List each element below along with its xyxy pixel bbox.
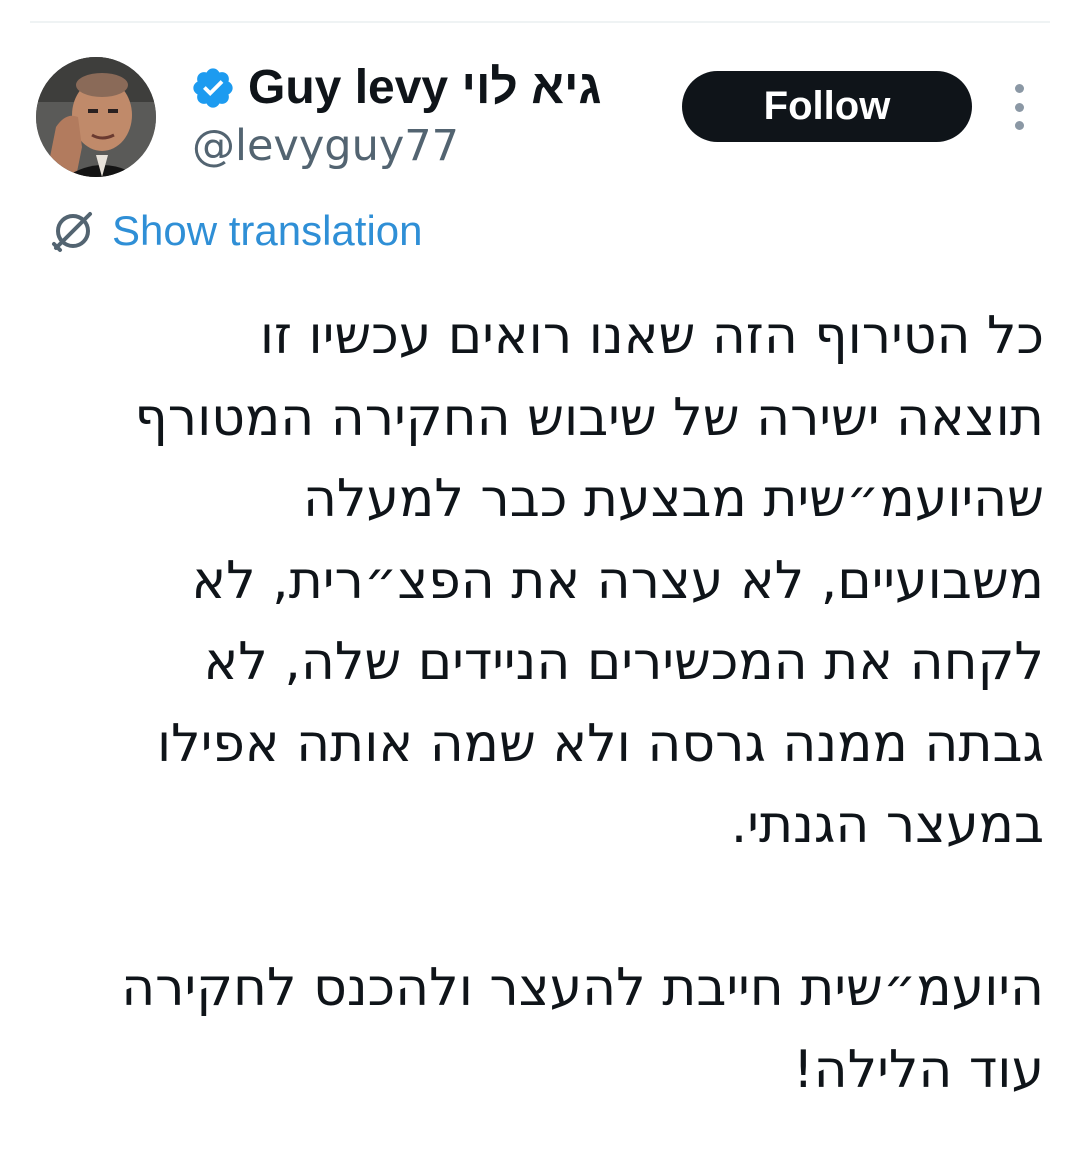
tweet-line: שהיועמ״שית מבצעת כבר למעלה [302,469,1044,529]
author-handle[interactable]: @levyguy77 [192,118,459,174]
tweet-line: עוד הלילה! [792,1039,1044,1100]
tweet-line: במעצר הגנתי. [730,795,1044,855]
author-name-row[interactable]: Guy levy גיא לוי [190,58,601,118]
more-vertical-icon[interactable] [1004,84,1034,130]
avatar-photo [36,57,156,177]
more-dot [1014,102,1024,112]
tweet-text: כל הטירוף הזה שאנו רואים עכשיו זו תוצאה … [34,296,1044,1111]
tweet-line: היועמ״שית חייבת להעצר ולהכנס לחקירה [121,958,1044,1018]
more-dot [1014,121,1024,130]
globe-translate-icon [52,212,92,252]
tweet-line: תוצאה ישירה של שיבוש החקירה המטורף [134,387,1044,448]
show-translation-label: Show translation [112,207,423,254]
more-dot [1014,84,1024,93]
author-display-name[interactable]: Guy levy גיא לוי [248,64,601,112]
tweet-line: גבתה ממנה גרסה ולא שמה אותה אפילו [156,713,1044,774]
follow-button[interactable]: Follow [682,71,972,142]
tweet-line: לקחה את המכשירים הניידים שלה, לא [203,632,1044,692]
verified-badge-icon [193,68,233,108]
top-divider [30,21,1050,23]
avatar[interactable] [36,57,156,177]
tweet-line: כל הטירוף הזה שאנו רואים עכשיו זו [259,306,1044,366]
show-translation-link[interactable]: Show translation [50,203,423,259]
tweet-line: משבועיים, לא עצרה את הפצ״רית, לא [191,550,1044,611]
